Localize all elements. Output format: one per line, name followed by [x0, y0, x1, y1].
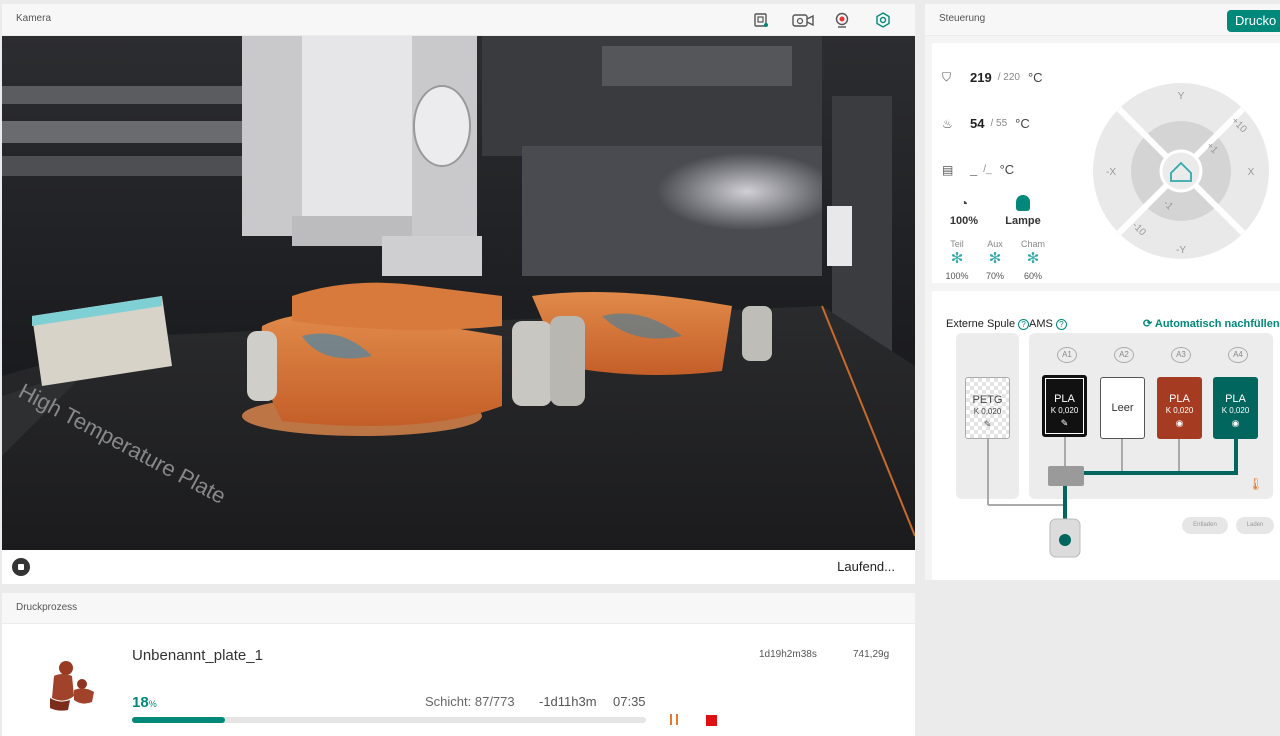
eye-icon[interactable]: ◉	[1213, 418, 1258, 429]
chamber-temp[interactable]: ▤ _/_ °C	[942, 162, 1014, 177]
lamp-label: Lampe	[1005, 215, 1041, 227]
lamp-toggle[interactable]: Lampe	[998, 195, 1048, 227]
fan-chamber-label: Cham	[1020, 239, 1045, 249]
nozzle-icon: ⛉	[942, 70, 952, 84]
slot-tag-a2: A2	[1114, 347, 1134, 363]
lamp-icon	[1016, 195, 1030, 211]
control-card: ⛉ 219/ 220 °C ♨ 54/ 55 °C ▤ _/_ °C ◔ 100% L…	[932, 43, 1280, 283]
control-panel: ⛉ 219/ 220 °C ♨ 54/ 55 °C ▤ _/_ °C ◔ 100% L…	[925, 36, 1280, 580]
edit-icon[interactable]: ✎	[1044, 418, 1085, 429]
unload-button[interactable]: Entladen	[1182, 517, 1228, 534]
external-spool[interactable]: PETG K 0,020 ✎	[965, 377, 1010, 439]
control-header: Steuerung Drucko	[925, 4, 1280, 36]
edit-icon[interactable]: ✎	[966, 419, 1009, 430]
timelapse-icon[interactable]	[752, 11, 770, 29]
print-button[interactable]: Drucko	[1227, 10, 1280, 32]
model-thumbnail	[42, 654, 102, 714]
nozzle-temp[interactable]: ⛉ 219/ 220 °C	[942, 70, 1043, 85]
fan-chamber-value: 60%	[1023, 271, 1042, 281]
camera-stop-button[interactable]	[12, 558, 30, 576]
remaining-time: -1d11h3m	[539, 694, 597, 709]
process-header: Druckprozess	[2, 593, 915, 624]
camera-header: Kamera	[2, 4, 915, 36]
process-panel: Unbenannt_plate_1 1d19h2m38s 741,29g 18%…	[2, 624, 915, 736]
progress-fill	[132, 717, 225, 723]
fan-part-label: Teil	[950, 239, 964, 249]
settings-icon[interactable]	[874, 11, 892, 29]
ams-slot-a2[interactable]: Leer	[1100, 377, 1145, 439]
job-weight: 741,29g	[853, 649, 890, 660]
pause-button[interactable]	[667, 714, 681, 726]
camera-feed: High Temperature Plate	[2, 36, 915, 550]
eye-icon[interactable]: ◉	[1157, 418, 1202, 429]
ams-slot-a1[interactable]: PLA K 0,020 ✎	[1042, 375, 1087, 437]
slot-tag-a3: A3	[1171, 347, 1191, 363]
humidity-icon[interactable]: 🌡	[1248, 477, 1263, 491]
progress-bar	[132, 717, 646, 723]
fan-part-value: 100%	[945, 271, 969, 281]
fan-chamber-icon[interactable]: ✻	[1025, 251, 1041, 267]
jog-y: Y	[1178, 91, 1185, 102]
speedometer-icon: ◔	[959, 195, 969, 211]
heatbed-icon: ♨	[942, 116, 953, 131]
jog-control[interactable]: Y -Y X -X +10 +1 -1 -10	[1093, 83, 1269, 259]
recording-icon[interactable]	[791, 11, 815, 29]
camera-status: Laufend...	[837, 559, 895, 574]
stop-button[interactable]	[706, 715, 717, 726]
fan-aux-value: 70%	[985, 271, 1004, 281]
ams-card: Externe Spule? AMS? ⟳ Automatisch nachfü…	[932, 291, 1280, 580]
speed-control[interactable]: ◔ 100%	[946, 195, 982, 227]
slot-tag-a4: A4	[1228, 347, 1248, 363]
slot-tag-a1: A1	[1057, 347, 1077, 363]
ams-slot-a4[interactable]: PLA K 0,020 ◉	[1213, 377, 1258, 439]
control-title: Steuerung	[939, 13, 986, 24]
job-total-time: 1d19h2m38s	[759, 649, 817, 660]
process-title: Druckprozess	[16, 602, 78, 613]
jog-x: X	[1248, 167, 1255, 178]
bed-temp[interactable]: ♨ 54/ 55 °C	[942, 116, 1030, 131]
speed-value: 100%	[949, 215, 979, 227]
load-button[interactable]: Laden	[1236, 517, 1274, 534]
chamber-icon: ▤	[942, 162, 954, 177]
camera-footer: Laufend...	[2, 550, 915, 584]
jog-minus-y: -Y	[1176, 245, 1186, 256]
eta-time: 07:35	[613, 694, 646, 709]
fan-aux-label: Aux	[987, 239, 1003, 249]
job-name: Unbenannt_plate_1	[132, 647, 263, 664]
layer-info: Schicht: 87/773	[425, 694, 515, 709]
camera-title: Kamera	[16, 13, 52, 24]
fan-aux-icon[interactable]: ✻	[987, 251, 1003, 267]
progress-percent: 18%	[132, 694, 157, 711]
webcam-icon[interactable]	[833, 11, 851, 29]
jog-minus-x: -X	[1106, 167, 1116, 178]
ams-slot-a3[interactable]: PLA K 0,020 ◉	[1157, 377, 1202, 439]
fan-part-icon[interactable]: ✻	[949, 251, 965, 267]
